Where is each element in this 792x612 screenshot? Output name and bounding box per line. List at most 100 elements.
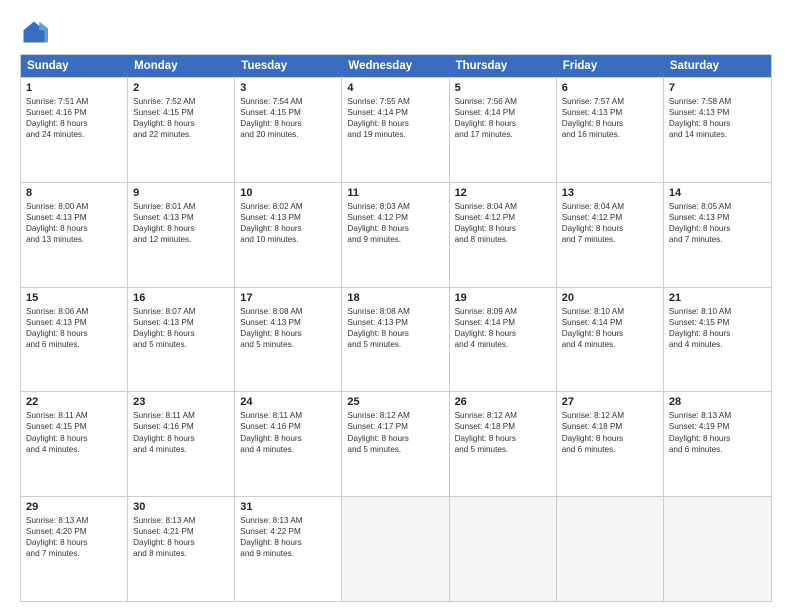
calendar-cell: 9Sunrise: 8:01 AMSunset: 4:13 PMDaylight… xyxy=(128,183,235,287)
cell-line: Daylight: 8 hours xyxy=(669,118,766,129)
cell-line: Sunset: 4:12 PM xyxy=(347,212,443,223)
cell-line: Daylight: 8 hours xyxy=(562,328,658,339)
cell-line: Sunrise: 8:10 AM xyxy=(669,306,766,317)
cell-line: and 20 minutes. xyxy=(240,129,336,140)
calendar: SundayMondayTuesdayWednesdayThursdayFrid… xyxy=(20,54,772,602)
calendar-cell xyxy=(342,497,449,601)
cell-line: and 13 minutes. xyxy=(26,234,122,245)
cell-line: Daylight: 8 hours xyxy=(562,118,658,129)
day-number: 29 xyxy=(26,501,122,513)
cell-line: and 12 minutes. xyxy=(133,234,229,245)
cell-line: Daylight: 8 hours xyxy=(455,433,551,444)
weekday-header: Sunday xyxy=(21,55,128,77)
day-number: 30 xyxy=(133,501,229,513)
cell-line: Sunset: 4:20 PM xyxy=(26,526,122,537)
cell-line: Sunrise: 8:09 AM xyxy=(455,306,551,317)
cell-line: Sunrise: 8:12 AM xyxy=(562,410,658,421)
calendar-cell: 1Sunrise: 7:51 AMSunset: 4:16 PMDaylight… xyxy=(21,78,128,182)
cell-line: Daylight: 8 hours xyxy=(347,223,443,234)
day-number: 19 xyxy=(455,292,551,304)
cell-line: Sunset: 4:16 PM xyxy=(26,107,122,118)
cell-line: Sunset: 4:13 PM xyxy=(240,317,336,328)
cell-line: Sunrise: 8:12 AM xyxy=(347,410,443,421)
weekday-header: Thursday xyxy=(450,55,557,77)
cell-line: Sunset: 4:16 PM xyxy=(133,421,229,432)
cell-line: Daylight: 8 hours xyxy=(240,433,336,444)
cell-line: Sunset: 4:21 PM xyxy=(133,526,229,537)
cell-line: and 7 minutes. xyxy=(669,234,766,245)
cell-line: Daylight: 8 hours xyxy=(133,118,229,129)
calendar-cell: 28Sunrise: 8:13 AMSunset: 4:19 PMDayligh… xyxy=(664,392,771,496)
calendar-cell xyxy=(557,497,664,601)
cell-line: Sunset: 4:15 PM xyxy=(669,317,766,328)
calendar-cell: 27Sunrise: 8:12 AMSunset: 4:18 PMDayligh… xyxy=(557,392,664,496)
cell-line: and 5 minutes. xyxy=(347,339,443,350)
calendar-cell: 29Sunrise: 8:13 AMSunset: 4:20 PMDayligh… xyxy=(21,497,128,601)
calendar-cell: 22Sunrise: 8:11 AMSunset: 4:15 PMDayligh… xyxy=(21,392,128,496)
cell-line: Sunrise: 7:54 AM xyxy=(240,96,336,107)
logo xyxy=(20,18,52,46)
calendar-row: 22Sunrise: 8:11 AMSunset: 4:15 PMDayligh… xyxy=(21,391,771,496)
cell-line: Daylight: 8 hours xyxy=(669,223,766,234)
day-number: 25 xyxy=(347,396,443,408)
cell-line: and 19 minutes. xyxy=(347,129,443,140)
cell-line: Sunset: 4:13 PM xyxy=(669,212,766,223)
cell-line: Daylight: 8 hours xyxy=(133,537,229,548)
day-number: 13 xyxy=(562,187,658,199)
day-number: 11 xyxy=(347,187,443,199)
cell-line: Daylight: 8 hours xyxy=(347,328,443,339)
cell-line: and 8 minutes. xyxy=(455,234,551,245)
cell-line: Sunrise: 7:57 AM xyxy=(562,96,658,107)
weekday-header: Wednesday xyxy=(342,55,449,77)
calendar-cell: 3Sunrise: 7:54 AMSunset: 4:15 PMDaylight… xyxy=(235,78,342,182)
cell-line: and 14 minutes. xyxy=(669,129,766,140)
header xyxy=(20,18,772,46)
cell-line: and 7 minutes. xyxy=(562,234,658,245)
cell-line: Sunset: 4:13 PM xyxy=(26,317,122,328)
cell-line: Sunset: 4:14 PM xyxy=(562,317,658,328)
weekday-header: Tuesday xyxy=(235,55,342,77)
day-number: 24 xyxy=(240,396,336,408)
cell-line: and 6 minutes. xyxy=(562,444,658,455)
cell-line: Daylight: 8 hours xyxy=(26,328,122,339)
cell-line: and 9 minutes. xyxy=(347,234,443,245)
cell-line: Daylight: 8 hours xyxy=(562,433,658,444)
cell-line: and 16 minutes. xyxy=(562,129,658,140)
calendar-cell: 7Sunrise: 7:58 AMSunset: 4:13 PMDaylight… xyxy=(664,78,771,182)
cell-line: and 5 minutes. xyxy=(240,339,336,350)
cell-line: Sunrise: 7:58 AM xyxy=(669,96,766,107)
calendar-cell: 21Sunrise: 8:10 AMSunset: 4:15 PMDayligh… xyxy=(664,288,771,392)
cell-line: Sunrise: 8:08 AM xyxy=(240,306,336,317)
day-number: 14 xyxy=(669,187,766,199)
cell-line: and 5 minutes. xyxy=(455,444,551,455)
cell-line: Daylight: 8 hours xyxy=(669,328,766,339)
calendar-row: 8Sunrise: 8:00 AMSunset: 4:13 PMDaylight… xyxy=(21,182,771,287)
calendar-cell: 24Sunrise: 8:11 AMSunset: 4:16 PMDayligh… xyxy=(235,392,342,496)
cell-line: Daylight: 8 hours xyxy=(133,223,229,234)
day-number: 31 xyxy=(240,501,336,513)
cell-line: Sunset: 4:13 PM xyxy=(133,212,229,223)
cell-line: Daylight: 8 hours xyxy=(240,223,336,234)
calendar-cell: 17Sunrise: 8:08 AMSunset: 4:13 PMDayligh… xyxy=(235,288,342,392)
page: SundayMondayTuesdayWednesdayThursdayFrid… xyxy=(0,0,792,612)
calendar-cell: 26Sunrise: 8:12 AMSunset: 4:18 PMDayligh… xyxy=(450,392,557,496)
day-number: 7 xyxy=(669,82,766,94)
cell-line: Sunset: 4:15 PM xyxy=(133,107,229,118)
day-number: 1 xyxy=(26,82,122,94)
calendar-cell: 18Sunrise: 8:08 AMSunset: 4:13 PMDayligh… xyxy=(342,288,449,392)
cell-line: Sunrise: 8:00 AM xyxy=(26,201,122,212)
calendar-cell: 30Sunrise: 8:13 AMSunset: 4:21 PMDayligh… xyxy=(128,497,235,601)
cell-line: Sunrise: 8:12 AM xyxy=(455,410,551,421)
cell-line: Daylight: 8 hours xyxy=(669,433,766,444)
cell-line: Sunset: 4:19 PM xyxy=(669,421,766,432)
cell-line: and 5 minutes. xyxy=(347,444,443,455)
cell-line: and 4 minutes. xyxy=(455,339,551,350)
cell-line: Daylight: 8 hours xyxy=(240,328,336,339)
calendar-cell: 20Sunrise: 8:10 AMSunset: 4:14 PMDayligh… xyxy=(557,288,664,392)
logo-icon xyxy=(20,18,48,46)
cell-line: and 24 minutes. xyxy=(26,129,122,140)
calendar-body: 1Sunrise: 7:51 AMSunset: 4:16 PMDaylight… xyxy=(21,77,771,601)
cell-line: Daylight: 8 hours xyxy=(562,223,658,234)
cell-line: Sunset: 4:15 PM xyxy=(26,421,122,432)
cell-line: Sunset: 4:14 PM xyxy=(455,107,551,118)
